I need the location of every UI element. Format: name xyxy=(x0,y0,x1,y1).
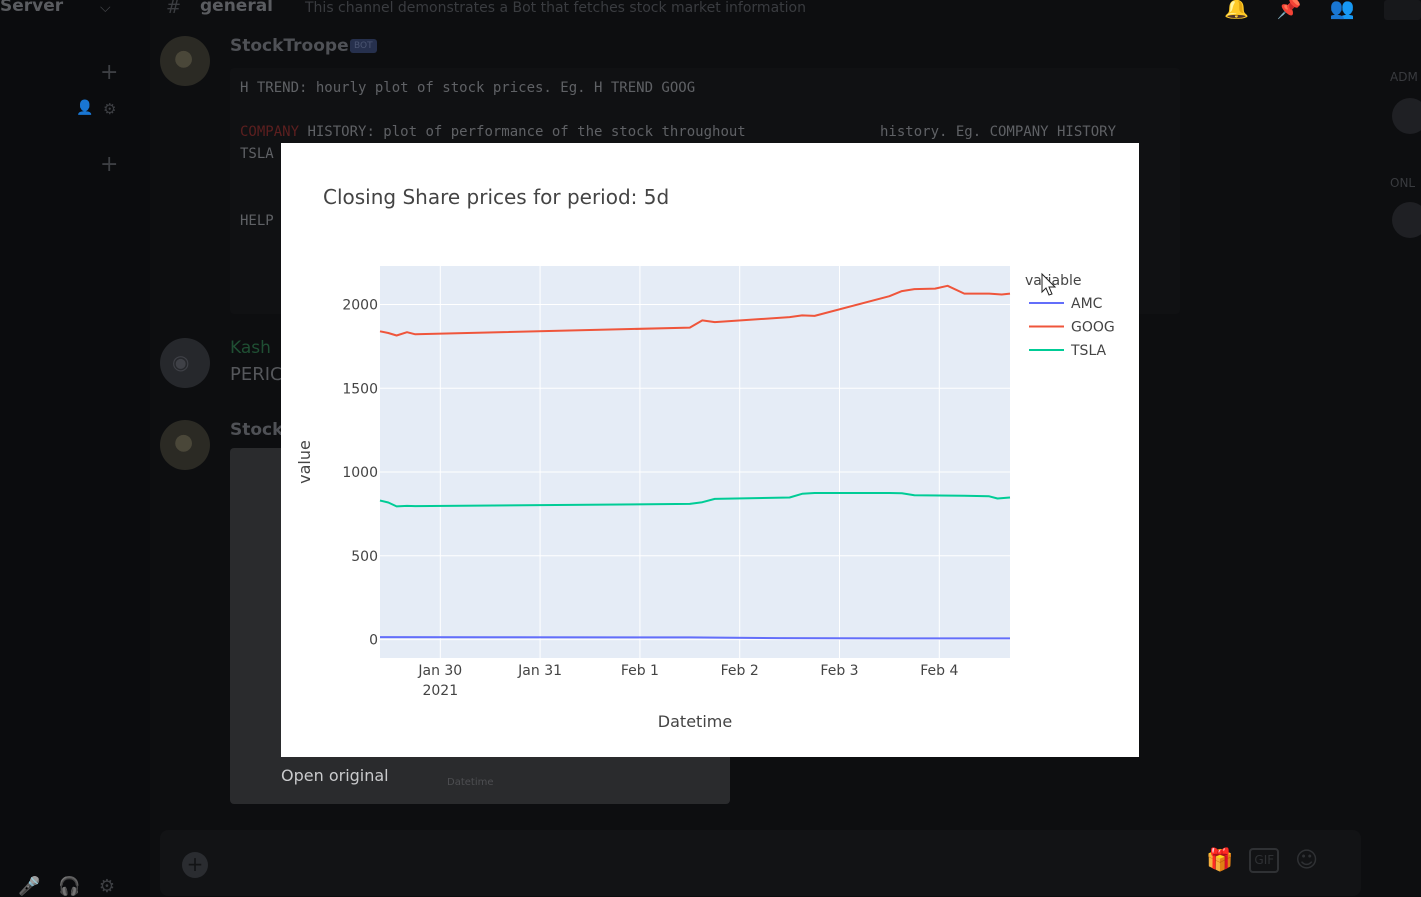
upload-plus-icon[interactable]: + xyxy=(182,852,208,878)
search-input[interactable] xyxy=(1384,0,1421,20)
chart-title: Closing Share prices for period: 5d xyxy=(323,185,669,209)
avatar[interactable]: ● xyxy=(160,36,210,86)
gift-icon[interactable]: 🎁 xyxy=(1206,848,1233,873)
image-lightbox[interactable]: Closing Share prices for period: 5d 0 500… xyxy=(281,143,1139,757)
emoji-icon[interactable]: ☺ xyxy=(1295,848,1318,873)
headphones-icon[interactable]: 🎧 xyxy=(58,876,80,897)
line-chart: Closing Share prices for period: 5d 0 500… xyxy=(295,185,1115,731)
bot-badge: BOT xyxy=(350,39,377,53)
channel-sidebar: Server ⌵ + 👤 ⚙ + 🎤 🎧 ⚙ xyxy=(0,0,150,897)
members-section-label: ONL xyxy=(1390,176,1416,190)
server-name[interactable]: Server xyxy=(0,0,63,16)
x-tick-labels: Jan 30 2021 Jan 31 Feb 1 Feb 2 Feb 3 Feb 4 xyxy=(417,663,958,699)
x-tick-label: Feb 3 xyxy=(820,663,858,679)
code-line: H TREND: hourly plot of stock prices. Eg… xyxy=(240,80,696,96)
y-tick-label: 2000 xyxy=(342,298,378,314)
avatar[interactable]: ● xyxy=(160,420,210,470)
bell-icon[interactable]: 🔔 xyxy=(1224,0,1249,20)
invite-user-icon[interactable]: 👤 xyxy=(76,100,93,116)
open-original-link[interactable]: Open original xyxy=(281,766,389,785)
members-section-label: ADM xyxy=(1390,70,1418,84)
code-line: COMPANY HISTORY: plot of performance of … xyxy=(240,124,746,140)
gear-icon[interactable]: ⚙ xyxy=(99,876,115,897)
members-icon[interactable]: 👥 xyxy=(1330,0,1355,20)
pin-icon[interactable]: 📌 xyxy=(1277,0,1302,20)
embed-axis-label: Datetime xyxy=(447,777,494,788)
message-text: PERIC xyxy=(230,364,283,385)
x-tick-label: Jan 30 xyxy=(417,663,462,679)
y-tick-label: 1500 xyxy=(342,381,378,397)
plus-icon[interactable]: + xyxy=(100,60,118,85)
x-tick-label: Feb 2 xyxy=(721,663,759,679)
message-author[interactable]: Kash xyxy=(230,338,271,358)
message-author[interactable]: StockTrooper xyxy=(230,36,357,56)
member-avatar[interactable] xyxy=(1392,98,1421,134)
gear-icon[interactable]: ⚙ xyxy=(103,100,116,118)
microphone-icon[interactable]: 🎤 xyxy=(18,876,40,897)
gif-button[interactable]: GIF xyxy=(1249,848,1280,873)
chevron-down-icon[interactable]: ⌵ xyxy=(100,0,111,16)
channel-name: general xyxy=(200,0,274,16)
channel-topic: This channel demonstrates a Bot that fet… xyxy=(305,0,806,16)
x-tick-label: Jan 31 xyxy=(517,663,562,679)
legend[interactable]: AMC GOOG TSLA xyxy=(1029,296,1115,359)
y-tick-labels: 0 500 1000 1500 2000 xyxy=(342,298,378,649)
legend-item-tsla: TSLA xyxy=(1070,343,1107,359)
hash-icon: # xyxy=(166,0,182,18)
x-tick-label: Feb 1 xyxy=(621,663,659,679)
member-avatar[interactable] xyxy=(1392,202,1421,238)
code-line: TSLA xyxy=(240,146,274,162)
y-tick-label: 500 xyxy=(351,549,378,565)
plus-icon[interactable]: + xyxy=(100,152,118,177)
y-axis-label: value xyxy=(295,440,314,484)
y-tick-label: 0 xyxy=(369,633,378,649)
x-tick-sublabel: 2021 xyxy=(422,683,458,699)
x-axis-label: Datetime xyxy=(658,712,732,731)
legend-item-goog: GOOG xyxy=(1071,320,1115,336)
code-line: history. Eg. COMPANY HISTORY xyxy=(880,124,1117,140)
y-tick-label: 1000 xyxy=(342,465,378,481)
code-line: HELP xyxy=(240,213,274,229)
legend-item-amc: AMC xyxy=(1071,296,1103,312)
avatar[interactable]: ◉ xyxy=(160,338,210,388)
message-composer[interactable] xyxy=(160,830,1361,896)
x-tick-label: Feb 4 xyxy=(920,663,958,679)
